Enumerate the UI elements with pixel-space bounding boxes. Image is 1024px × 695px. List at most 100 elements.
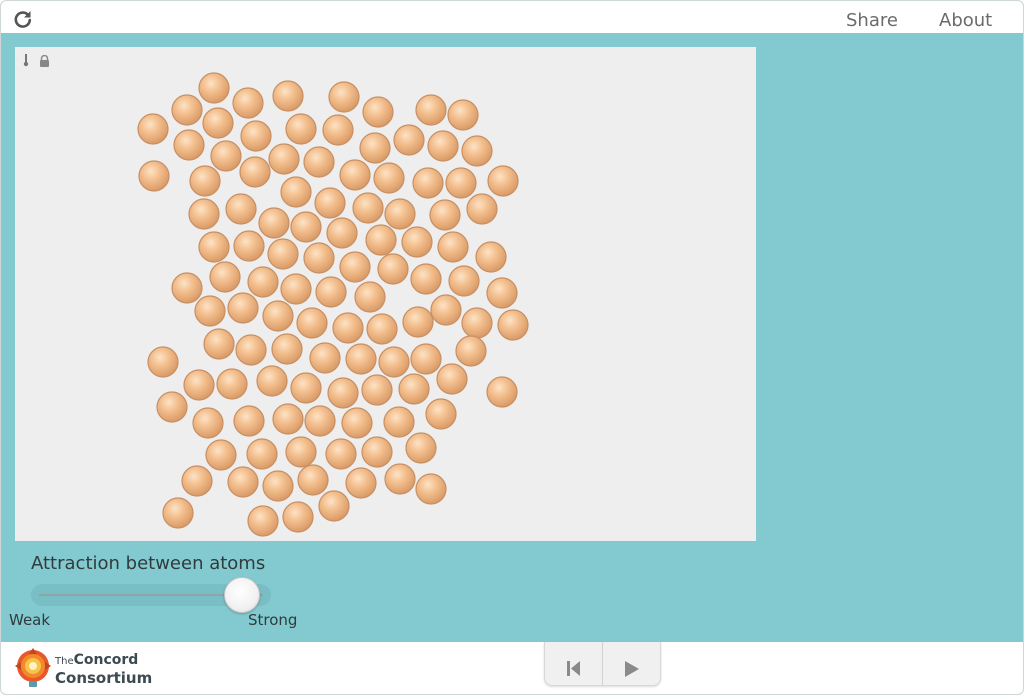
reset-button[interactable]	[545, 642, 603, 685]
atom[interactable]	[365, 224, 397, 256]
atom[interactable]	[171, 272, 203, 304]
atom[interactable]	[362, 96, 394, 128]
atom[interactable]	[398, 373, 430, 405]
atom[interactable]	[290, 372, 322, 404]
atom[interactable]	[203, 328, 235, 360]
atom[interactable]	[466, 193, 498, 225]
atom[interactable]	[258, 207, 290, 239]
atom[interactable]	[225, 193, 257, 225]
atom[interactable]	[227, 466, 259, 498]
atom[interactable]	[475, 241, 507, 273]
atom[interactable]	[285, 436, 317, 468]
atom[interactable]	[339, 159, 371, 191]
atom[interactable]	[415, 473, 447, 505]
atom[interactable]	[309, 342, 341, 374]
atom[interactable]	[183, 369, 215, 401]
atom[interactable]	[437, 231, 469, 263]
atom[interactable]	[326, 217, 358, 249]
atom[interactable]	[341, 407, 373, 439]
atom[interactable]	[436, 363, 468, 395]
atom[interactable]	[189, 165, 221, 197]
atom[interactable]	[378, 346, 410, 378]
atom[interactable]	[297, 464, 329, 496]
atom[interactable]	[147, 346, 179, 378]
atom[interactable]	[461, 307, 493, 339]
atom[interactable]	[377, 253, 409, 285]
atom[interactable]	[247, 505, 279, 537]
atom[interactable]	[216, 368, 248, 400]
atom[interactable]	[240, 120, 272, 152]
atom[interactable]	[430, 294, 462, 326]
atom[interactable]	[327, 377, 359, 409]
atom[interactable]	[235, 334, 267, 366]
atom[interactable]	[455, 335, 487, 367]
atom[interactable]	[247, 266, 279, 298]
atom[interactable]	[345, 343, 377, 375]
atom[interactable]	[497, 309, 529, 341]
atom[interactable]	[233, 230, 265, 262]
atom[interactable]	[427, 130, 459, 162]
atom[interactable]	[205, 439, 237, 471]
simulation-canvas[interactable]	[15, 47, 756, 541]
atom[interactable]	[296, 307, 328, 339]
atom[interactable]	[486, 277, 518, 309]
atom[interactable]	[339, 251, 371, 283]
atom[interactable]	[366, 313, 398, 345]
atom[interactable]	[359, 132, 391, 164]
atom[interactable]	[303, 146, 335, 178]
atom[interactable]	[410, 343, 442, 375]
atom[interactable]	[290, 211, 322, 243]
atom[interactable]	[285, 113, 317, 145]
atom[interactable]	[227, 292, 259, 324]
atom[interactable]	[303, 242, 335, 274]
atom[interactable]	[181, 465, 213, 497]
atom[interactable]	[267, 238, 299, 270]
atom[interactable]	[361, 436, 393, 468]
about-link[interactable]: About	[939, 10, 992, 31]
atom[interactable]	[318, 490, 350, 522]
atom[interactable]	[272, 403, 304, 435]
atom[interactable]	[401, 226, 433, 258]
atom[interactable]	[162, 497, 194, 529]
atom[interactable]	[384, 198, 416, 230]
atom[interactable]	[332, 312, 364, 344]
atom[interactable]	[271, 333, 303, 365]
atom[interactable]	[354, 281, 386, 313]
atom[interactable]	[448, 265, 480, 297]
atom[interactable]	[156, 391, 188, 423]
atom[interactable]	[209, 261, 241, 293]
atom[interactable]	[202, 107, 234, 139]
atom[interactable]	[352, 192, 384, 224]
atom[interactable]	[272, 80, 304, 112]
atom[interactable]	[262, 300, 294, 332]
atom[interactable]	[138, 160, 170, 192]
atom[interactable]	[402, 306, 434, 338]
atom[interactable]	[393, 124, 425, 156]
atom[interactable]	[188, 198, 220, 230]
atom[interactable]	[405, 432, 437, 464]
atom[interactable]	[445, 167, 477, 199]
atom[interactable]	[210, 140, 242, 172]
atom[interactable]	[280, 176, 312, 208]
atom[interactable]	[447, 99, 479, 131]
atom[interactable]	[137, 113, 169, 145]
atom[interactable]	[304, 405, 336, 437]
atom[interactable]	[328, 81, 360, 113]
atom[interactable]	[280, 273, 312, 305]
atom[interactable]	[415, 94, 447, 126]
atom[interactable]	[487, 165, 519, 197]
atom[interactable]	[345, 467, 377, 499]
logo-text[interactable]: TheConcord Consortium	[55, 652, 152, 686]
atom[interactable]	[383, 406, 415, 438]
atom[interactable]	[198, 231, 230, 263]
atom[interactable]	[410, 263, 442, 295]
atom[interactable]	[429, 199, 461, 231]
atom[interactable]	[322, 114, 354, 146]
atom[interactable]	[486, 376, 518, 408]
atom[interactable]	[412, 167, 444, 199]
atom[interactable]	[198, 72, 230, 104]
atom[interactable]	[256, 365, 288, 397]
atom[interactable]	[315, 276, 347, 308]
atom[interactable]	[314, 187, 346, 219]
atom[interactable]	[325, 438, 357, 470]
